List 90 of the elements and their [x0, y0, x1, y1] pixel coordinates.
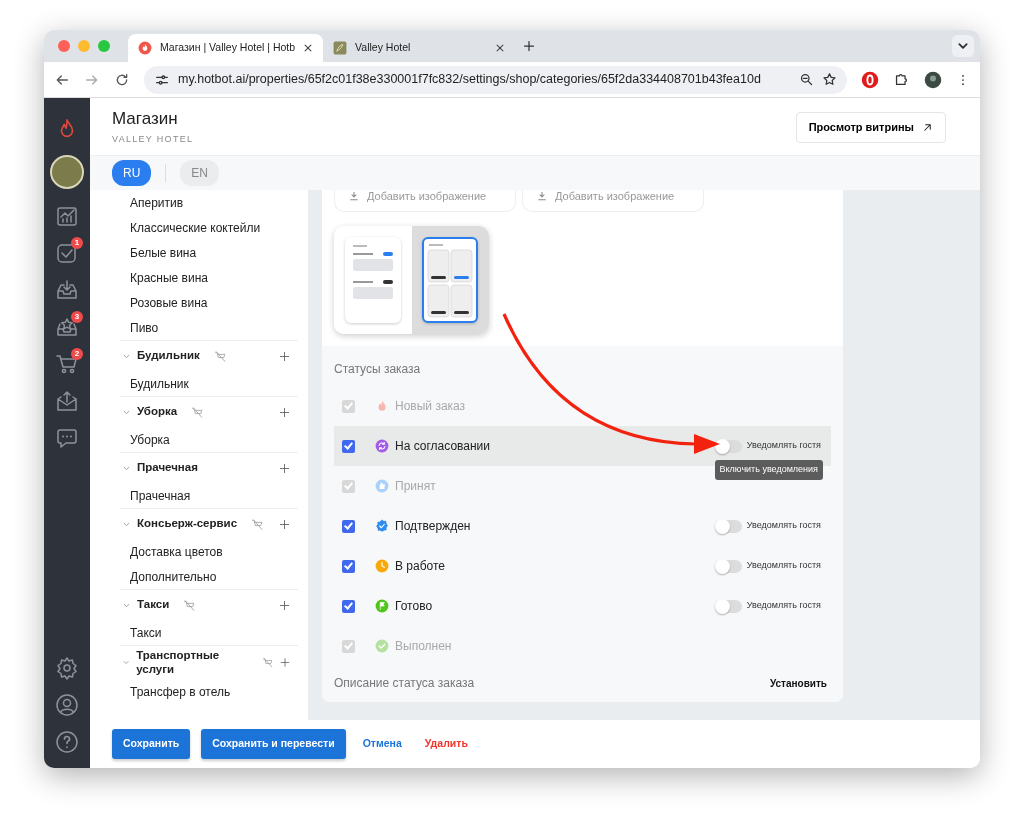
- status-label: Принят: [395, 478, 437, 495]
- toggle-switch[interactable]: [715, 599, 742, 613]
- extension-icon[interactable]: [861, 70, 879, 89]
- browser-tab[interactable]: Магазин | Valley Hotel | Hotb: [128, 34, 324, 62]
- section-title: Статусы заказа: [334, 361, 422, 378]
- hidden-cart-icon: [183, 598, 197, 612]
- category-item[interactable]: Доставка цветов: [120, 539, 298, 564]
- plus-icon[interactable]: [279, 462, 290, 474]
- field-label: Описание статуса заказа: [334, 675, 475, 692]
- plus-icon[interactable]: [279, 599, 290, 611]
- hidden-cart-icon: [213, 349, 227, 363]
- external-link-icon: [922, 121, 933, 133]
- star-icon[interactable]: [822, 72, 837, 87]
- toggle-switch[interactable]: [715, 559, 742, 573]
- zoom-icon[interactable]: [799, 72, 814, 87]
- checkbox[interactable]: [342, 599, 355, 613]
- plus-icon[interactable]: [279, 406, 290, 418]
- close-icon[interactable]: [303, 43, 314, 53]
- close-icon[interactable]: [495, 43, 506, 53]
- toggle-label: Уведомлять гостя: [746, 559, 821, 573]
- status-label: Выполнен: [395, 638, 453, 655]
- toggle-switch[interactable]: [715, 439, 742, 453]
- category-item[interactable]: Пиво: [120, 315, 298, 340]
- category-item[interactable]: Уборка: [120, 427, 298, 452]
- status-label: Готово: [395, 598, 434, 615]
- category-title[interactable]: Транспортные услуги: [136, 649, 249, 677]
- close-window-button[interactable]: [58, 40, 70, 52]
- toggle-label: Уведомлять гостя: [746, 439, 821, 453]
- puzzle-icon[interactable]: [893, 71, 910, 88]
- toggle-switch[interactable]: [715, 519, 742, 533]
- flame-icon: [138, 41, 152, 55]
- category-item[interactable]: Классические коктейли: [120, 215, 298, 240]
- category-item[interactable]: Аперитив: [120, 190, 298, 215]
- language-tab[interactable]: RU: [112, 160, 152, 186]
- plus-icon[interactable]: [523, 40, 536, 52]
- layout-option[interactable]: [411, 226, 489, 334]
- status-label: Новый заказ: [395, 398, 467, 415]
- category-title[interactable]: Прачечная: [137, 461, 198, 475]
- page-title: Магазин: [112, 110, 179, 129]
- user-icon[interactable]: [55, 692, 79, 717]
- settings-icon[interactable]: [55, 655, 79, 680]
- status-label: На согласовании: [395, 438, 492, 455]
- category-item[interactable]: Прачечная: [120, 483, 298, 508]
- upload-icon: [537, 190, 547, 202]
- property-logo[interactable]: [50, 155, 84, 189]
- category-item[interactable]: Розовые вина: [120, 290, 298, 315]
- hidden-cart-icon: [262, 656, 274, 670]
- category-title[interactable]: Будильник: [137, 349, 200, 363]
- tooltip: Включить уведомления: [714, 460, 823, 480]
- view-storefront-button[interactable]: Просмотр витрины: [795, 112, 946, 143]
- checkbox[interactable]: [342, 559, 355, 573]
- plus-icon[interactable]: [279, 518, 290, 530]
- action-button[interactable]: Сохранить: [112, 729, 191, 759]
- set-button[interactable]: Установить: [765, 675, 831, 691]
- chevron-down-icon[interactable]: [952, 35, 974, 57]
- browser-tab[interactable]: Valley Hotel: [323, 34, 516, 62]
- address-bar[interactable]: my.hotbot.ai/properties/65f2c01f38e330001f7fc832/settings/shop/categories/65f2da334408701b43fea10d: [144, 65, 847, 94]
- status-label: В работе: [395, 558, 446, 575]
- checkbox[interactable]: [342, 439, 355, 453]
- plus-icon[interactable]: [279, 350, 290, 362]
- checkbox[interactable]: [342, 519, 355, 533]
- delete-link[interactable]: Удалить: [418, 729, 474, 759]
- category-title[interactable]: Уборка: [137, 405, 178, 419]
- toggle-label: Уведомлять гостя: [746, 599, 821, 613]
- category-item[interactable]: Дополнительно: [120, 564, 298, 589]
- notification-badge: 3: [71, 311, 83, 323]
- inbox-download-icon[interactable]: [55, 277, 79, 302]
- category-title[interactable]: Консьерж-сервис: [137, 517, 238, 531]
- help-icon[interactable]: [55, 729, 79, 754]
- hidden-cart-icon: [191, 405, 205, 419]
- category-item[interactable]: Будильник: [120, 371, 298, 396]
- cancel-link[interactable]: Отмена: [356, 729, 408, 759]
- status-label: Подтвержден: [395, 518, 472, 535]
- reload-icon[interactable]: [114, 71, 130, 88]
- profile-avatar-icon[interactable]: [924, 70, 942, 89]
- notification-badge: 1: [71, 237, 83, 249]
- action-button[interactable]: Сохранить и перевести: [201, 729, 346, 759]
- toggle-label: Уведомлять гостя: [746, 519, 821, 533]
- category-item[interactable]: Красные вина: [120, 265, 298, 290]
- category-item[interactable]: Белые вина: [120, 240, 298, 265]
- plus-icon[interactable]: [280, 657, 290, 669]
- upload-icon: [349, 190, 359, 202]
- leaf-icon: [333, 41, 348, 55]
- envelope-upload-icon[interactable]: [55, 388, 79, 413]
- notification-badge: 2: [71, 348, 83, 360]
- category-title[interactable]: Такси: [137, 598, 170, 612]
- category-item[interactable]: Трансфер в отель: [120, 679, 298, 705]
- property-name: VALLEY HOTEL: [112, 132, 194, 146]
- category-item[interactable]: Такси: [120, 620, 298, 645]
- hidden-cart-icon: [251, 517, 265, 531]
